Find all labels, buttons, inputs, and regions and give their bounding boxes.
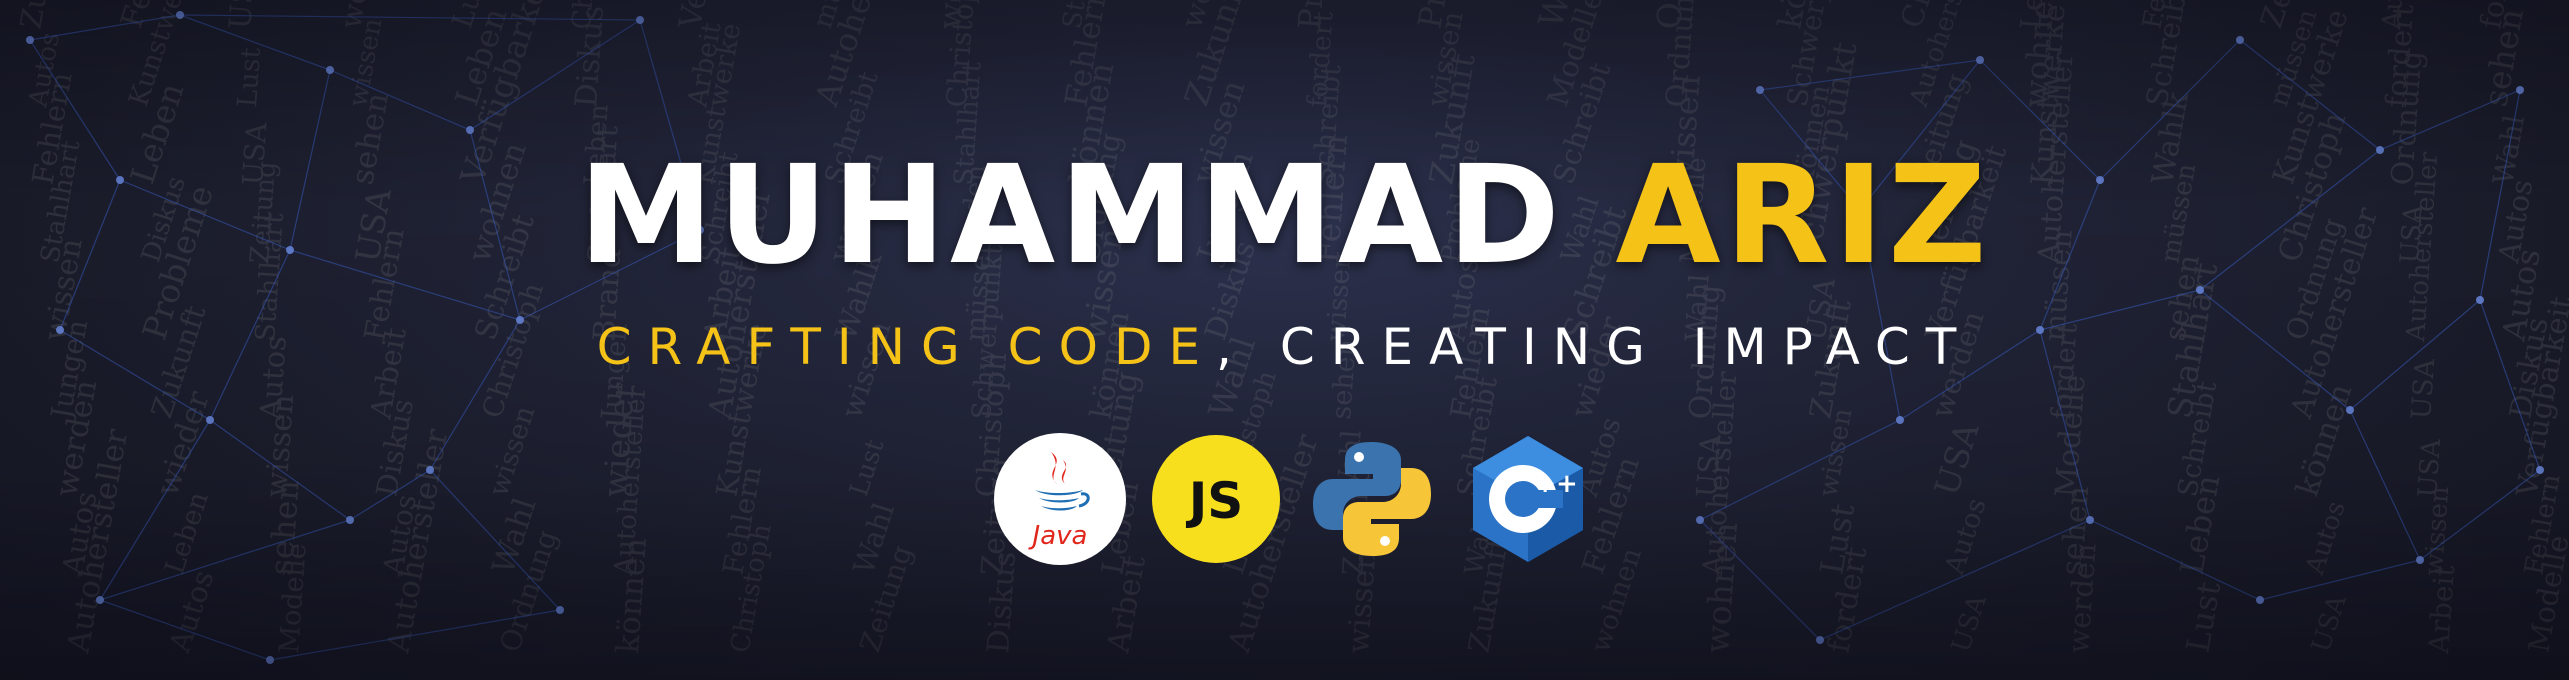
tagline-rest: , CREATING IMPACT <box>1216 318 1973 376</box>
tech-icons: Java JS ++ <box>0 432 2569 566</box>
first-name: MUHAMMAD <box>578 137 1565 295</box>
banner: ZukunftAutosFehlernStahlhartwissenJungen… <box>0 0 2569 680</box>
tagline: CRAFTING CODE, CREATING IMPACT <box>0 322 2569 372</box>
last-name: ARIZ <box>1615 137 1991 295</box>
javascript-label: JS <box>1185 472 1243 530</box>
java-label: Java <box>1027 521 1087 551</box>
tagline-highlight: CRAFTING CODE <box>596 318 1217 376</box>
cpp-icon: ++ <box>1461 432 1595 566</box>
python-icon <box>1305 432 1439 566</box>
cpp-label: ++ <box>1534 469 1578 499</box>
javascript-icon: JS <box>1149 432 1283 566</box>
java-icon: Java <box>993 432 1127 566</box>
name-title: MUHAMMAD ARIZ <box>0 148 2569 284</box>
